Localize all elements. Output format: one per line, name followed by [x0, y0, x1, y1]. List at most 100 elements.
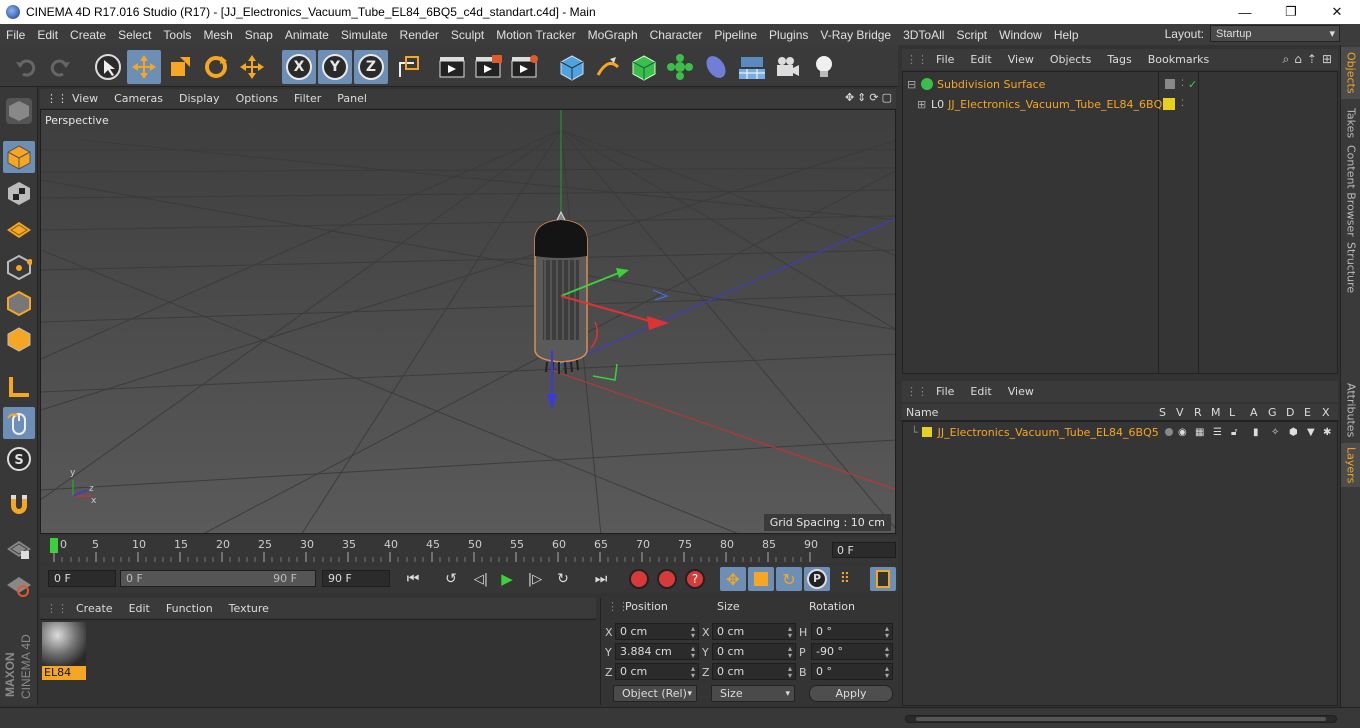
- layer-column-render[interactable]: R: [1194, 406, 1202, 419]
- play-button[interactable]: ▶: [494, 567, 520, 591]
- menu-mograph[interactable]: MoGraph: [582, 28, 644, 42]
- layer-column-solo[interactable]: S: [1159, 406, 1166, 419]
- menu-help[interactable]: Help: [1048, 28, 1085, 42]
- layer-column-manager[interactable]: M: [1211, 406, 1221, 419]
- tweak-mode-button[interactable]: [3, 407, 35, 439]
- workplane-mode-button[interactable]: [3, 213, 35, 245]
- next-key-button[interactable]: ↻: [550, 567, 576, 591]
- layer-column-xref[interactable]: X: [1322, 406, 1330, 419]
- transform-tool-button[interactable]: [235, 50, 269, 84]
- go-to-start-button[interactable]: ⏮: [400, 567, 426, 591]
- layer-column-deformers[interactable]: D: [1286, 406, 1294, 419]
- coordinate-mode-dropdown[interactable]: Object (Rel) ▾: [613, 685, 697, 702]
- viewport-menu-display[interactable]: Display: [171, 92, 228, 105]
- close-button[interactable]: ✕: [1314, 0, 1360, 24]
- y-axis-lock-button[interactable]: Y: [318, 50, 352, 84]
- expand-icon[interactable]: ⊞: [917, 98, 927, 111]
- layer-flag-icon[interactable]: [1165, 79, 1175, 89]
- animation-icon[interactable]: ▮: [1253, 427, 1259, 438]
- up-arrow-icon[interactable]: ⇡: [1307, 52, 1317, 67]
- layout-select[interactable]: Startup ▾: [1210, 25, 1340, 42]
- rotation-b-field[interactable]: 0 ° ▴ ▾: [811, 663, 893, 680]
- viewport-menu-panel[interactable]: Panel: [329, 92, 375, 105]
- scale-tool-button[interactable]: [163, 50, 197, 84]
- visibility-dots-icon[interactable]: ⁚: [1181, 79, 1184, 89]
- menu-file[interactable]: File: [0, 28, 31, 42]
- minimize-button[interactable]: —: [1222, 0, 1268, 24]
- collapse-icon[interactable]: ⊟: [907, 78, 917, 91]
- object-menu-objects[interactable]: Objects: [1042, 53, 1100, 66]
- material-menu-texture[interactable]: Texture: [221, 602, 277, 615]
- position-x-field[interactable]: 0 cm ▴ ▾: [615, 623, 699, 640]
- layer-name-column[interactable]: Name: [906, 406, 938, 419]
- menu-window[interactable]: Window: [993, 28, 1048, 42]
- menu-render[interactable]: Render: [394, 28, 445, 42]
- menu-sculpt[interactable]: Sculpt: [445, 28, 490, 42]
- zoom-view-icon[interactable]: ⇕: [857, 91, 866, 104]
- undo-button[interactable]: [8, 50, 42, 84]
- render-to-picture-viewer-button[interactable]: [472, 50, 506, 84]
- object-menu-view[interactable]: View: [1000, 53, 1042, 66]
- size-y-field[interactable]: 0 cm ▴ ▾: [712, 643, 796, 660]
- scale-key-button[interactable]: [748, 567, 774, 591]
- toggle-view-icon[interactable]: ▢: [882, 91, 892, 104]
- solo-mode-button[interactable]: S: [3, 443, 35, 475]
- end-frame-field[interactable]: 90 F: [322, 570, 390, 587]
- tab-content-browser[interactable]: Content Browser: [1341, 145, 1360, 237]
- menu-vray-bridge[interactable]: V-Ray Bridge: [814, 28, 897, 42]
- render-view-button[interactable]: [436, 50, 470, 84]
- x-axis-lock-button[interactable]: X: [282, 50, 316, 84]
- object-menu-file[interactable]: File: [928, 53, 962, 66]
- layer-column-locked[interactable]: L: [1229, 406, 1235, 419]
- position-y-field[interactable]: 3.884 cm ▴ ▾: [615, 643, 699, 660]
- go-to-end-button[interactable]: ⏭: [588, 567, 614, 591]
- layer-column-generators[interactable]: G: [1268, 406, 1277, 419]
- timeline-window-button[interactable]: [870, 567, 896, 591]
- xref-icon[interactable]: ✱: [1323, 427, 1331, 438]
- previous-frame-button[interactable]: ◁|: [468, 567, 494, 591]
- tab-structure[interactable]: Structure: [1341, 239, 1360, 297]
- lock-icon[interactable]: 🔓︎: [1231, 427, 1237, 438]
- layer-menu-file[interactable]: File: [928, 385, 962, 398]
- manager-icon[interactable]: ☰: [1213, 427, 1222, 438]
- menu-tools[interactable]: Tools: [157, 28, 197, 42]
- viewport-menu-view[interactable]: View: [64, 92, 106, 105]
- perspective-viewport[interactable]: y z x Perspective Grid Spacing : 10 cm: [40, 109, 896, 534]
- rotation-key-button[interactable]: ↻: [776, 567, 802, 591]
- layer-column-view[interactable]: V: [1176, 406, 1184, 419]
- axis-mode-button[interactable]: [3, 371, 35, 403]
- scrollbar-thumb[interactable]: [916, 717, 1326, 721]
- menu-pipeline[interactable]: Pipeline: [708, 28, 763, 42]
- rotation-h-field[interactable]: 0 ° ▴ ▾: [811, 623, 893, 640]
- render-settings-button[interactable]: [508, 50, 542, 84]
- snapping-button[interactable]: [3, 489, 35, 521]
- menu-character[interactable]: Character: [644, 28, 709, 42]
- tab-objects[interactable]: Objects: [1341, 47, 1360, 99]
- layer-menu-view[interactable]: View: [1000, 385, 1042, 398]
- menu-select[interactable]: Select: [112, 28, 157, 42]
- layer-color-icon[interactable]: [1163, 98, 1175, 110]
- start-frame-field[interactable]: 0 F: [48, 570, 116, 587]
- material-menu-edit[interactable]: Edit: [121, 602, 158, 615]
- rotation-p-field[interactable]: -90 ° ▴ ▾: [811, 643, 893, 660]
- rotate-tool-button[interactable]: [199, 50, 233, 84]
- eye-icon[interactable]: ◉: [1178, 427, 1187, 438]
- live-selection-button[interactable]: [91, 50, 125, 84]
- coordinate-system-button[interactable]: [391, 50, 425, 84]
- menu-create[interactable]: Create: [64, 28, 112, 42]
- search-icon[interactable]: ⌕: [1283, 52, 1290, 67]
- size-x-field[interactable]: 0 cm ▴ ▾: [712, 623, 796, 640]
- generator-icon[interactable]: ✧: [1271, 427, 1279, 438]
- position-z-field[interactable]: 0 cm ▴ ▾: [615, 663, 699, 680]
- object-row[interactable]: ⊟ Subdivision Surface ⁚ ✓: [903, 74, 1337, 94]
- edges-mode-button[interactable]: [3, 287, 35, 319]
- menu-animate[interactable]: Animate: [279, 28, 335, 42]
- z-axis-lock-button[interactable]: Z: [354, 50, 388, 84]
- layer-menu-edit[interactable]: Edit: [962, 385, 999, 398]
- apply-button[interactable]: Apply: [809, 685, 893, 702]
- size-mode-dropdown[interactable]: Size ▾: [711, 685, 795, 702]
- solo-dot-icon[interactable]: [1165, 428, 1173, 436]
- cloner-button[interactable]: [663, 50, 697, 84]
- viewport-menu-filter[interactable]: Filter: [286, 92, 329, 105]
- menu-snap[interactable]: Snap: [239, 28, 279, 42]
